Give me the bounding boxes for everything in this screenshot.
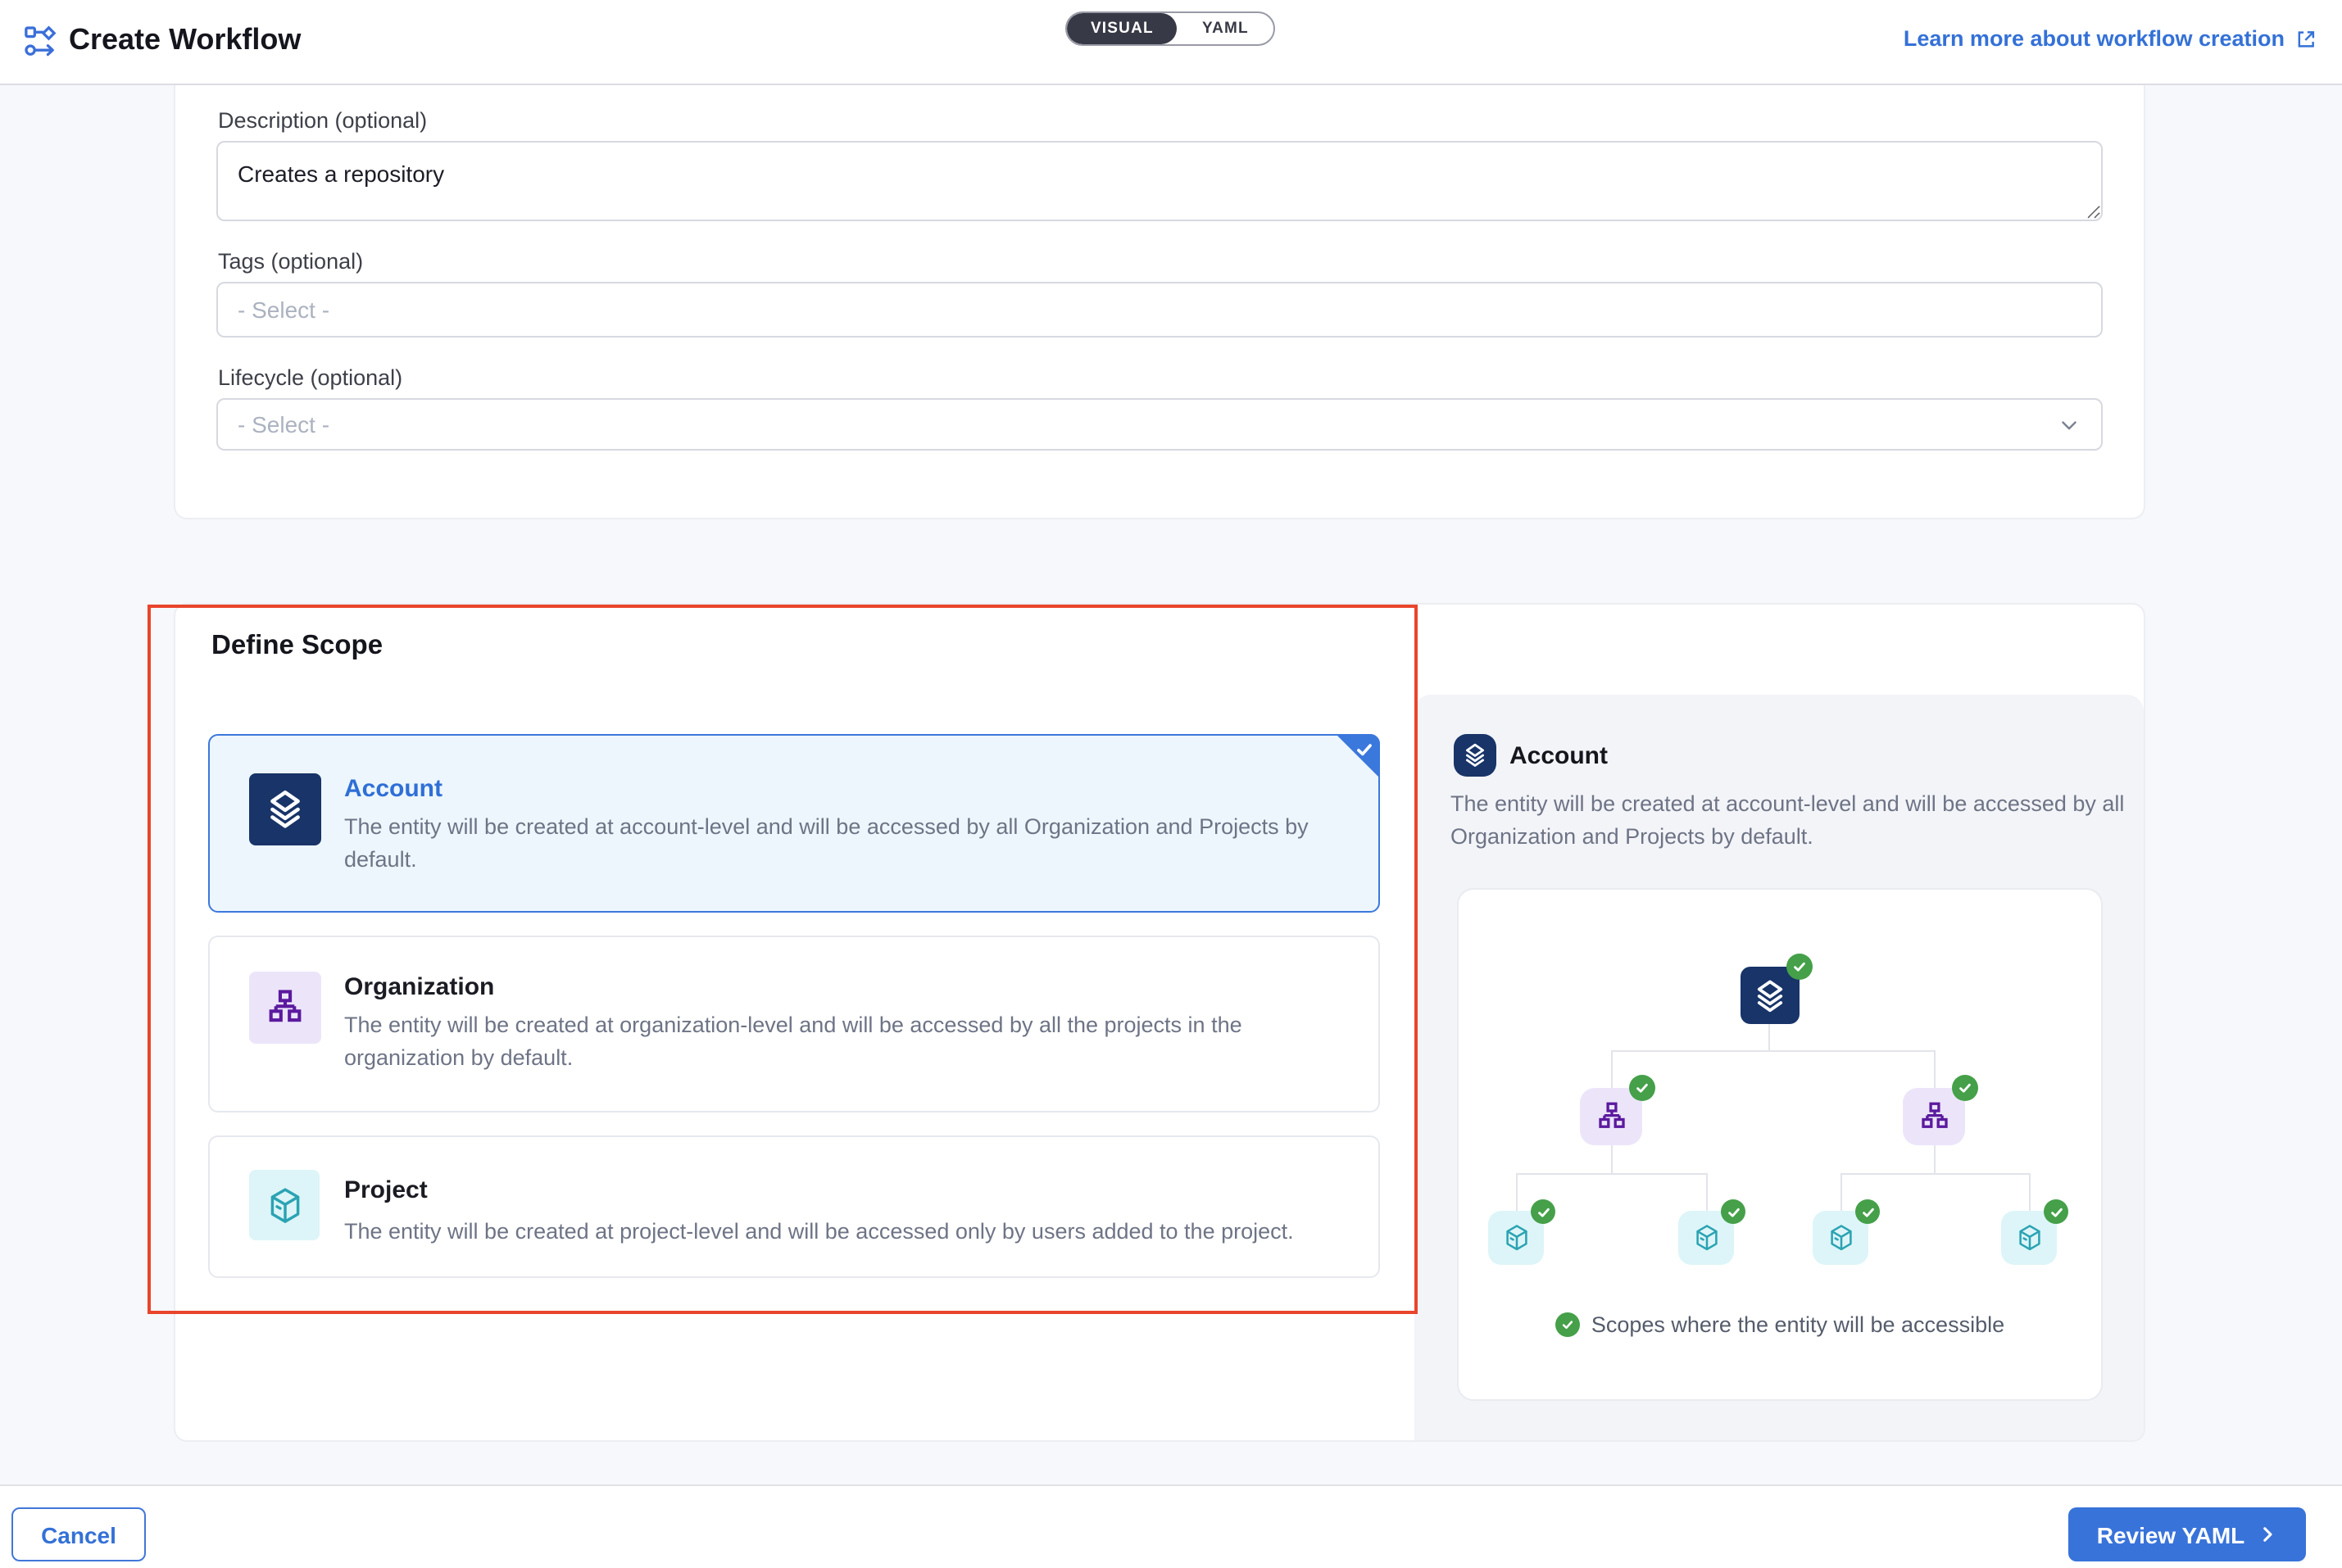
cube-icon: [1691, 1222, 1722, 1253]
org-chart-icon: [1594, 1099, 1628, 1134]
check-icon: [1791, 958, 1808, 975]
desc-line: organization by default.: [344, 1042, 1242, 1075]
tree-organization-node: [1580, 1088, 1642, 1145]
connector-line: [2029, 1173, 2031, 1211]
diagram-legend: Scopes where the entity will be accessib…: [1459, 1312, 2101, 1337]
tree-organization-node: [1903, 1088, 1965, 1145]
external-link-icon: [2294, 27, 2317, 50]
lifecycle-label: Lifecycle (optional): [218, 365, 402, 390]
tags-label: Tags (optional): [218, 249, 363, 274]
layers-icon: [264, 788, 306, 831]
toggle-yaml[interactable]: YAML: [1178, 13, 1273, 44]
desc-line: Organization and Projects by default.: [1450, 821, 2124, 854]
description-input[interactable]: Creates a repository: [216, 141, 2103, 221]
tree-project-node: [1813, 1211, 1868, 1265]
check-icon: [1725, 1203, 1741, 1220]
check-icon: [1634, 1080, 1650, 1096]
scope-option-title: Account: [344, 775, 443, 803]
tree-account-node: [1741, 967, 1800, 1024]
chevron-right-icon: [2256, 1524, 2277, 1545]
workflow-details-card: Description (optional) Creates a reposit…: [174, 84, 2145, 519]
account-icon-badge: [1454, 734, 1496, 777]
connector-line: [1611, 1050, 1934, 1052]
define-scope-card: Define Scope Account The entity will be …: [174, 603, 2145, 1442]
detail-description: The entity will be created at account-le…: [1450, 788, 2124, 854]
check-icon: [1859, 1203, 1876, 1220]
create-workflow-page: Create Workflow VISUAL YAML Learn more a…: [0, 0, 2342, 1566]
tags-select[interactable]: - Select -: [216, 282, 2103, 338]
cube-icon: [1825, 1222, 1856, 1253]
define-scope-title: Define Scope: [211, 631, 383, 662]
check-icon: [1535, 1203, 1551, 1220]
lifecycle-placeholder: - Select -: [238, 411, 329, 437]
desc-line: default.: [344, 844, 1309, 877]
scope-detail-panel: Account The entity will be created at ac…: [1414, 695, 2144, 1440]
cancel-button[interactable]: Cancel: [11, 1507, 146, 1561]
connector-line: [1768, 1024, 1770, 1050]
check-badge: [1855, 1199, 1880, 1224]
description-label: Description (optional): [218, 108, 427, 133]
check-badge: [1531, 1199, 1555, 1224]
connector-line: [1516, 1173, 1706, 1175]
page-footer: Cancel Review YAML: [0, 1484, 2342, 1568]
scope-option-organization[interactable]: Organization The entity will be created …: [208, 936, 1380, 1113]
connector-line: [1840, 1173, 2029, 1175]
connector-line: [1934, 1145, 1936, 1173]
cube-icon: [263, 1184, 306, 1226]
desc-line: The entity will be created at account-le…: [344, 811, 1309, 844]
check-badge: [1629, 1075, 1655, 1101]
chevron-down-icon: [2057, 412, 2081, 437]
connector-line: [1516, 1173, 1518, 1211]
tags-placeholder: - Select -: [238, 297, 329, 323]
legend-label: Scopes where the entity will be accessib…: [1591, 1312, 2004, 1337]
check-badge: [1952, 1075, 1978, 1101]
page-title: Create Workflow: [69, 23, 301, 57]
scope-option-project[interactable]: Project The entity will be created at pr…: [208, 1135, 1380, 1278]
connector-line: [1611, 1145, 1613, 1173]
check-badge: [1721, 1199, 1745, 1224]
detail-title: Account: [1509, 742, 1608, 770]
connector-line: [1934, 1050, 1936, 1088]
workflow-icon: [23, 25, 57, 59]
tree-project-node: [2001, 1211, 2057, 1265]
learn-more-link[interactable]: Learn more about workflow creation: [1904, 26, 2317, 51]
organization-tile: [249, 972, 321, 1044]
org-chart-icon: [1917, 1099, 1951, 1134]
cube-icon: [1500, 1222, 1532, 1253]
desc-line: The entity will be created at project-le…: [344, 1216, 1294, 1249]
org-chart-icon: [264, 986, 306, 1029]
check-badge: [1786, 954, 1813, 980]
check-icon: [2048, 1203, 2064, 1220]
toggle-visual[interactable]: VISUAL: [1067, 13, 1178, 44]
scope-option-desc: The entity will be created at project-le…: [344, 1216, 1294, 1249]
learn-more-label: Learn more about workflow creation: [1904, 26, 2285, 51]
desc-line: The entity will be created at account-le…: [1450, 788, 2124, 821]
lifecycle-select[interactable]: - Select -: [216, 398, 2103, 451]
layers-icon: [1462, 742, 1488, 768]
connector-line: [1611, 1050, 1613, 1088]
tree-project-node: [1678, 1211, 1734, 1265]
connector-line: [1706, 1173, 1708, 1211]
account-tile: [249, 773, 321, 845]
scope-option-desc: The entity will be created at account-le…: [344, 811, 1309, 877]
connector-line: [1840, 1173, 1842, 1211]
check-icon: [1354, 739, 1375, 760]
check-badge: [2044, 1199, 2068, 1224]
scope-option-title: Organization: [344, 973, 494, 1001]
project-tile: [249, 1170, 320, 1240]
check-icon: [1957, 1080, 1973, 1096]
scope-option-title: Project: [344, 1176, 428, 1204]
cube-icon: [2013, 1222, 2045, 1253]
scope-option-desc: The entity will be created at organizati…: [344, 1009, 1242, 1075]
tree-project-node: [1488, 1211, 1544, 1265]
scope-option-account[interactable]: Account The entity will be created at ac…: [208, 734, 1380, 913]
visual-yaml-toggle[interactable]: VISUAL YAML: [1065, 11, 1275, 46]
review-yaml-button[interactable]: Review YAML: [2068, 1507, 2306, 1561]
review-yaml-label: Review YAML: [2097, 1521, 2245, 1548]
page-header: Create Workflow VISUAL YAML Learn more a…: [0, 0, 2342, 85]
layers-icon: [1752, 977, 1788, 1013]
scope-hierarchy-diagram: Scopes where the entity will be accessib…: [1457, 888, 2103, 1401]
check-icon: [1555, 1312, 1580, 1337]
desc-line: The entity will be created at organizati…: [344, 1009, 1242, 1042]
